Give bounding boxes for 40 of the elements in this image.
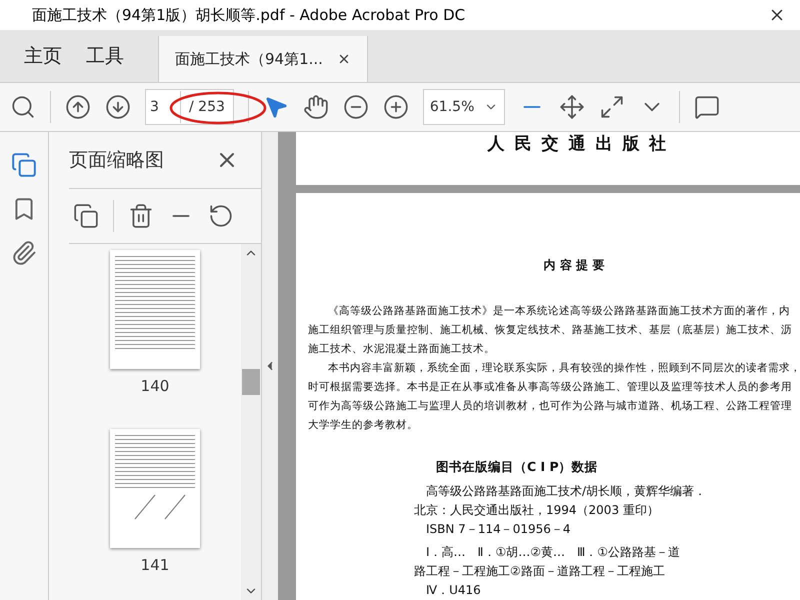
paragraph-line: 施工技术、水泥混凝土路面施工技术。 bbox=[308, 342, 496, 357]
window-title: 面施工技术（94第1版）胡长顺等.pdf - Adobe Acrobat Pro DC bbox=[32, 6, 466, 24]
document-tab[interactable]: 面施工技术（94第1... bbox=[158, 36, 368, 82]
move-page-icon[interactable] bbox=[558, 94, 585, 120]
paragraph-line: 可作为高等级公路施工与监理人员的培训教材，也可作为公路与城市道路、机场工程、公路工程管理 bbox=[308, 399, 793, 414]
trash-icon[interactable] bbox=[128, 203, 154, 229]
scrollbar[interactable] bbox=[241, 244, 261, 600]
cip-heading: 图书在版编目（C I P）数据 bbox=[436, 459, 599, 476]
zoom-out-icon[interactable] bbox=[342, 94, 369, 120]
paragraph-line: 时可根据需要选择。本书是正在从事或准备从事高等级公路施工、管理以及监理等技术人员的参考用 bbox=[308, 380, 793, 395]
comment-icon[interactable] bbox=[694, 94, 720, 120]
nav-tab[interactable]: 工具 bbox=[74, 30, 136, 82]
paragraph-line: 本书内容丰富新颖，系统全面，理论联系实际，具有较强的操作性，照顾到不同层次的读者需求， bbox=[327, 361, 800, 376]
zoom-in-icon[interactable] bbox=[382, 94, 409, 120]
search-icon[interactable] bbox=[10, 94, 36, 120]
page-number: 141 bbox=[140, 556, 170, 574]
cip-line: 高等级公路路基路面施工技术/胡长顺，黄辉华编著． bbox=[426, 483, 708, 500]
cip-line: Ⅳ．U416 bbox=[426, 582, 482, 599]
pages-icon[interactable] bbox=[11, 152, 37, 178]
scrollbar-thumb[interactable] bbox=[242, 369, 260, 395]
page-thumbnail[interactable] bbox=[110, 250, 200, 369]
nav-tab[interactable]: 主页 bbox=[12, 30, 74, 82]
zoom-dropdown[interactable]: 61.5% bbox=[422, 89, 505, 125]
paragraph-line: 施工组织管理与质量控制、施工机械、恢复定线技术、路基施工技术、基层（底基层）施工技术、沥 bbox=[308, 323, 793, 338]
rotate-icon[interactable] bbox=[208, 203, 234, 229]
paragraph-line: 大学学生的参考教材。 bbox=[308, 418, 419, 433]
section-heading: 内 容 提 要 bbox=[544, 257, 604, 274]
paragraph-line: 《高等级公路路基路面施工技术》是一本系统论述高等级公路路基路面施工技术方面的著作，内 bbox=[327, 304, 791, 319]
cip-line: 路工程－工程施工②路面－道路工程－工程施工 bbox=[414, 563, 666, 580]
cip-line: 北京：人民交通出版社，1994（2003 重印） bbox=[414, 502, 660, 519]
cip-line: Ⅰ．高… Ⅱ．①胡…②黄… Ⅲ．①公路路基－道 bbox=[426, 544, 681, 561]
paperclip-icon[interactable] bbox=[11, 240, 37, 266]
publisher-name: 人 民 交 通 出 版 社 bbox=[488, 133, 668, 155]
hand-icon[interactable] bbox=[302, 94, 329, 120]
panel-title: 页面缩略图 bbox=[69, 148, 164, 173]
full-screen-icon[interactable] bbox=[598, 94, 625, 120]
cip-line: ISBN 7－114－01956－4 bbox=[426, 521, 572, 538]
page-thumbnail[interactable] bbox=[110, 429, 200, 548]
collapse-handle[interactable] bbox=[261, 132, 278, 600]
page-number: 140 bbox=[140, 377, 170, 395]
